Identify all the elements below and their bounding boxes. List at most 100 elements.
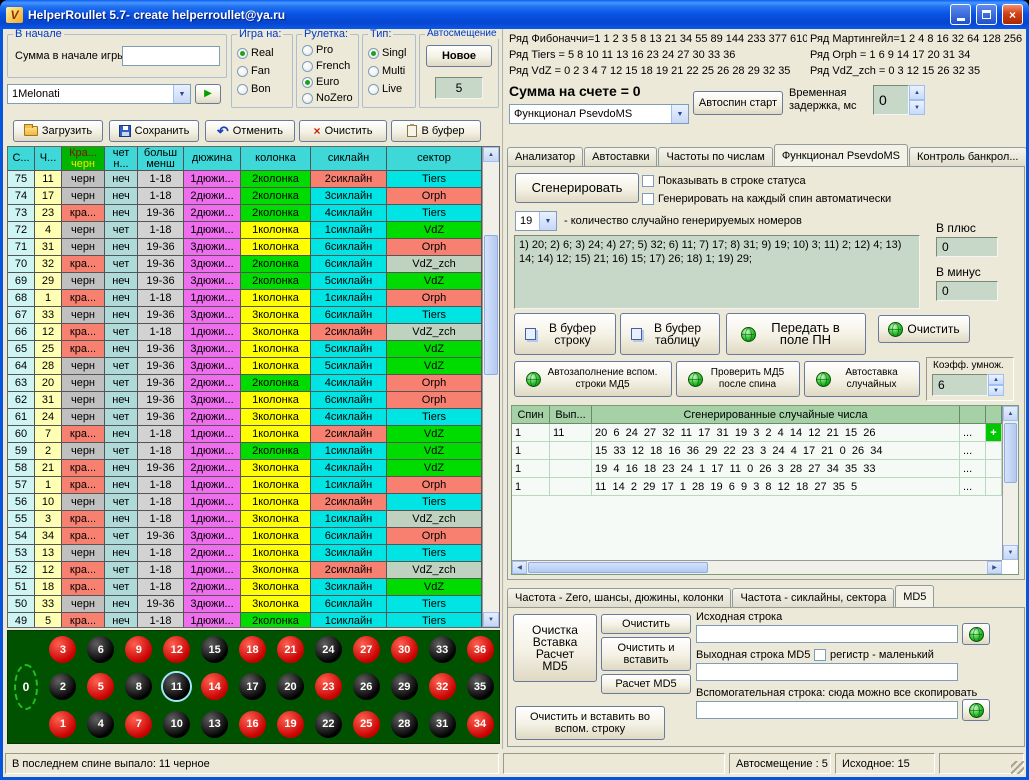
history-row[interactable]: 5313черннеч1-182дюжи...1колонка3сиклайнT…: [8, 545, 482, 562]
history-row[interactable]: 6231черннеч19-363дюжи...1колонка6сиклайн…: [8, 392, 482, 409]
history-row[interactable]: 571кра...неч1-181дюжи...1колонка1сиклайн…: [8, 477, 482, 494]
board-number-27[interactable]: 27: [353, 636, 380, 663]
history-row[interactable]: 5033черннеч19-363дюжи...3колонка6сиклайн…: [8, 596, 482, 613]
chevron-down-icon[interactable]: ▼: [173, 85, 190, 103]
board-number-26[interactable]: 26: [353, 673, 380, 700]
radio-nozero[interactable]: NoZero: [302, 91, 353, 105]
new-button[interactable]: Новое: [426, 45, 492, 67]
board-number-14[interactable]: 14: [201, 673, 228, 700]
buffer-table-button[interactable]: В буфер таблицу: [620, 313, 720, 355]
autobet-random-button[interactable]: Автоставка случайных: [804, 361, 920, 397]
board-number-28[interactable]: 28: [391, 711, 418, 738]
md5-clear-paste-button[interactable]: Очистить и вставить: [601, 637, 691, 671]
load-button[interactable]: Загрузить: [13, 120, 103, 142]
delay-spinner[interactable]: ▲ ▼: [909, 85, 925, 115]
source-string-input[interactable]: [696, 625, 958, 643]
autospin-button[interactable]: Автоспин старт: [693, 91, 783, 115]
generated-numbers-area[interactable]: 1) 20; 2) 6; 3) 24; 4) 27; 5) 32; 6) 11;…: [514, 235, 920, 309]
history-row[interactable]: 495кра...неч1-181дюжи...2колонка1сиклайн…: [8, 613, 482, 627]
clear-button[interactable]: ×Очистить: [299, 120, 387, 142]
board-number-25[interactable]: 25: [353, 711, 380, 738]
tab-analyzer[interactable]: Анализатор: [507, 147, 583, 166]
radio-fan[interactable]: Fan: [237, 64, 270, 78]
board-number-34[interactable]: 34: [467, 711, 494, 738]
board-number-17[interactable]: 17: [239, 673, 266, 700]
aux-globe-button[interactable]: [962, 699, 990, 721]
gen-row[interactable]: 115 33 12 18 16 36 29 22 23 3 24 4 17 21…: [512, 442, 1002, 460]
aux-string-input[interactable]: [696, 701, 958, 719]
history-row[interactable]: 6124чернчет19-362дюжи...3колонка4сиклайн…: [8, 409, 482, 426]
chevron-down-icon[interactable]: ▼: [671, 105, 688, 123]
minimize-button[interactable]: [950, 4, 971, 25]
start-sum-input[interactable]: [122, 46, 220, 66]
md5-big-button[interactable]: Очистка Вставка Расчет MD5: [513, 614, 597, 682]
history-row[interactable]: 5610чернчет1-181дюжи...1колонка2сиклайнT…: [8, 494, 482, 511]
board-number-21[interactable]: 21: [277, 636, 304, 663]
history-row[interactable]: 7032кра...чет19-363дюжи...2колонка6сикла…: [8, 256, 482, 273]
board-number-3[interactable]: 3: [49, 636, 76, 663]
transfer-button[interactable]: Передать в поле ПН: [726, 313, 866, 355]
board-number-10[interactable]: 10: [163, 711, 190, 738]
scroll-thumb[interactable]: [484, 235, 498, 375]
coef-spinner[interactable]: ▲ ▼: [988, 374, 1004, 396]
board-number-22[interactable]: 22: [315, 711, 342, 738]
board-number-24[interactable]: 24: [315, 636, 342, 663]
history-row[interactable]: 724чернчет1-181дюжи...1колонка1сиклайнVd…: [8, 222, 482, 239]
history-row[interactable]: 6320чернчет19-362дюжи...2колонка4сиклайн…: [8, 375, 482, 392]
tab-autobets[interactable]: Автоставки: [584, 147, 657, 166]
scroll-thumb[interactable]: [528, 562, 708, 573]
board-number-6[interactable]: 6: [87, 636, 114, 663]
autofill-md5-button[interactable]: Автозаполнение вспом. строки МД5: [514, 361, 672, 397]
radio-french[interactable]: French: [302, 59, 350, 73]
board-number-5[interactable]: 5: [87, 673, 114, 700]
history-row[interactable]: 681кра...неч1-181дюжи...1колонка1сиклайн…: [8, 290, 482, 307]
radio-real[interactable]: Real: [237, 46, 274, 60]
tab-freq-chances[interactable]: Частота - Zero, шансы, дюжины, колонки: [507, 588, 731, 607]
spin-up-icon[interactable]: ▲: [909, 85, 925, 100]
scroll-right-button[interactable]: ▶: [987, 561, 1002, 574]
radio-singl[interactable]: Singl: [368, 46, 406, 60]
md5-clear-button[interactable]: Очистить: [601, 614, 691, 634]
board-number-13[interactable]: 13: [201, 711, 228, 738]
gen-hscrollbar[interactable]: ◀ ▶: [512, 560, 1002, 574]
board-number-33[interactable]: 33: [429, 636, 456, 663]
history-row[interactable]: 5821кра...неч19-362дюжи...3колонка4сикла…: [8, 460, 482, 477]
history-row[interactable]: 553кра...неч1-181дюжи...3колонка1сиклайн…: [8, 511, 482, 528]
board-number-19[interactable]: 19: [277, 711, 304, 738]
board-number-30[interactable]: 30: [391, 636, 418, 663]
board-number-9[interactable]: 9: [125, 636, 152, 663]
checkbox-icon[interactable]: [642, 193, 654, 205]
gen-vscrollbar[interactable]: ▲ ▼: [1002, 406, 1018, 560]
spin-up-icon[interactable]: ▲: [988, 374, 1004, 385]
board-number-23[interactable]: 23: [315, 673, 342, 700]
md5-clear-paste-aux-button[interactable]: Очистить и вставить во вспом. строку: [515, 706, 665, 740]
profile-combo[interactable]: 1Melonati ▼: [7, 84, 191, 104]
radio-live[interactable]: Live: [368, 82, 402, 96]
show-status-checkbox-row[interactable]: Показывать в строке статуса: [642, 175, 806, 187]
close-button[interactable]: ×: [1002, 4, 1023, 25]
chevron-down-icon[interactable]: ▼: [539, 212, 556, 230]
board-number-1[interactable]: 1: [49, 711, 76, 738]
register-checkbox-row[interactable]: регистр - маленький: [814, 649, 934, 661]
minus-field[interactable]: 0: [936, 281, 998, 301]
history-row[interactable]: 7511черннеч1-181дюжи...2колонка2сиклайнT…: [8, 171, 482, 188]
mode-combo[interactable]: Функционал PsevdoMS ▼: [509, 104, 689, 124]
gen-row[interactable]: 11120 6 24 27 32 11 17 31 19 3 2 4 14 12…: [512, 424, 1002, 442]
scroll-left-button[interactable]: ◀: [512, 561, 527, 574]
source-globe-button[interactable]: [962, 623, 990, 645]
scroll-up-button[interactable]: ▲: [483, 147, 499, 162]
buffer-button[interactable]: В буфер: [391, 120, 481, 142]
board-number-2[interactable]: 2: [49, 673, 76, 700]
board-number-15[interactable]: 15: [201, 636, 228, 663]
board-number-32[interactable]: 32: [429, 673, 456, 700]
history-row[interactable]: 5118кра...чет1-182дюжи...3колонка3сиклай…: [8, 579, 482, 596]
history-row[interactable]: 6525кра...неч19-363дюжи...1колонка5сикла…: [8, 341, 482, 358]
tab-bankroll[interactable]: Контроль банкрол...: [909, 147, 1026, 166]
board-number-11[interactable]: 11: [163, 673, 190, 700]
delay-field[interactable]: 0: [873, 85, 909, 115]
history-row[interactable]: 7417черннеч1-182дюжи...2колонка3сиклайнO…: [8, 188, 482, 205]
radio-bon[interactable]: Bon: [237, 82, 271, 96]
board-number-29[interactable]: 29: [391, 673, 418, 700]
tab-frequencies[interactable]: Частоты по числам: [658, 147, 772, 166]
titlebar[interactable]: V HelperRoullet 5.7- create helperroulle…: [0, 0, 1029, 29]
